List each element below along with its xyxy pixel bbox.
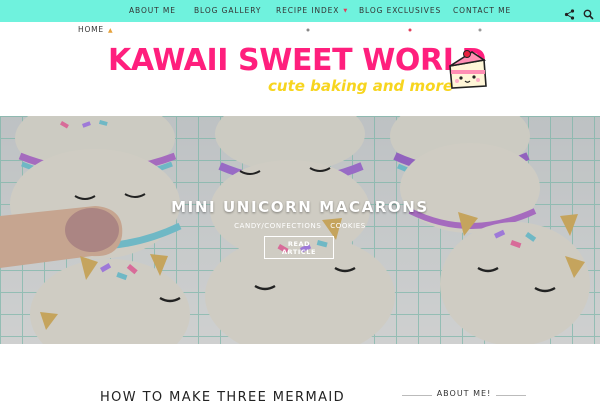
hero-categories: CANDY/CONFECTIONS COOKIES <box>0 222 600 230</box>
nav-item-blog-gallery[interactable]: BLOG GALLERY <box>194 0 261 22</box>
divider <box>496 395 526 396</box>
nav-item-label: BLOG GALLERY <box>194 6 262 15</box>
read-article-label-1: READ <box>287 240 311 248</box>
hero-overlay <box>0 116 600 344</box>
read-article-button[interactable]: READ ARTICLE <box>264 236 334 259</box>
nav-item-about-me[interactable]: ABOUT ME <box>129 0 176 22</box>
top-nav: ABOUT ME BLOG GALLERY RECIPE INDEX ▼ BLOG… <box>0 0 600 22</box>
nav-item-home[interactable]: HOME ▲ <box>78 25 113 34</box>
cake-mascot-icon <box>449 50 487 89</box>
nav-item-label: RECIPE INDEX <box>276 6 340 15</box>
site-title: KAWAII SWEET WORLD <box>108 43 486 78</box>
marker-icon <box>478 28 482 32</box>
hero-post-title[interactable]: MINI UNICORN MACARONS <box>0 198 600 216</box>
home-icon: ▲ <box>107 27 114 34</box>
read-article-label-2: ARTICLE <box>281 248 317 256</box>
site-logo[interactable]: KAWAII SWEET WORLD cute baking and more <box>108 42 494 104</box>
nav-item-contact-me[interactable]: CONTACT ME <box>453 0 511 22</box>
nav-item-recipe-index[interactable]: RECIPE INDEX ▼ <box>276 0 348 22</box>
nav-item-label: CONTACT ME <box>453 6 512 15</box>
secondary-nav: HOME ▲ <box>0 22 600 40</box>
search-icon[interactable] <box>583 5 594 20</box>
nav-item-label: BLOG EXCLUSIVES <box>359 6 442 15</box>
dropdown-arrow-icon: ▼ <box>343 8 349 14</box>
nav-item-label: ABOUT ME <box>129 6 176 15</box>
nav-item-blog-exclusives[interactable]: BLOG EXCLUSIVES <box>359 0 441 22</box>
widget-title: ABOUT ME! <box>436 389 492 398</box>
hero-featured-post[interactable]: MINI UNICORN MACARONS CANDY/CONFECTIONS … <box>0 116 600 344</box>
marker-icon <box>408 28 412 32</box>
category-link[interactable]: CANDY/CONFECTIONS <box>234 222 321 230</box>
category-link[interactable]: COOKIES <box>330 222 366 230</box>
marker-icon <box>306 28 310 32</box>
home-label: HOME <box>78 25 104 34</box>
site-tagline: cute baking and more <box>268 77 454 95</box>
post-title[interactable]: HOW TO MAKE THREE MERMAID <box>100 390 345 405</box>
share-icon[interactable] <box>564 5 575 20</box>
